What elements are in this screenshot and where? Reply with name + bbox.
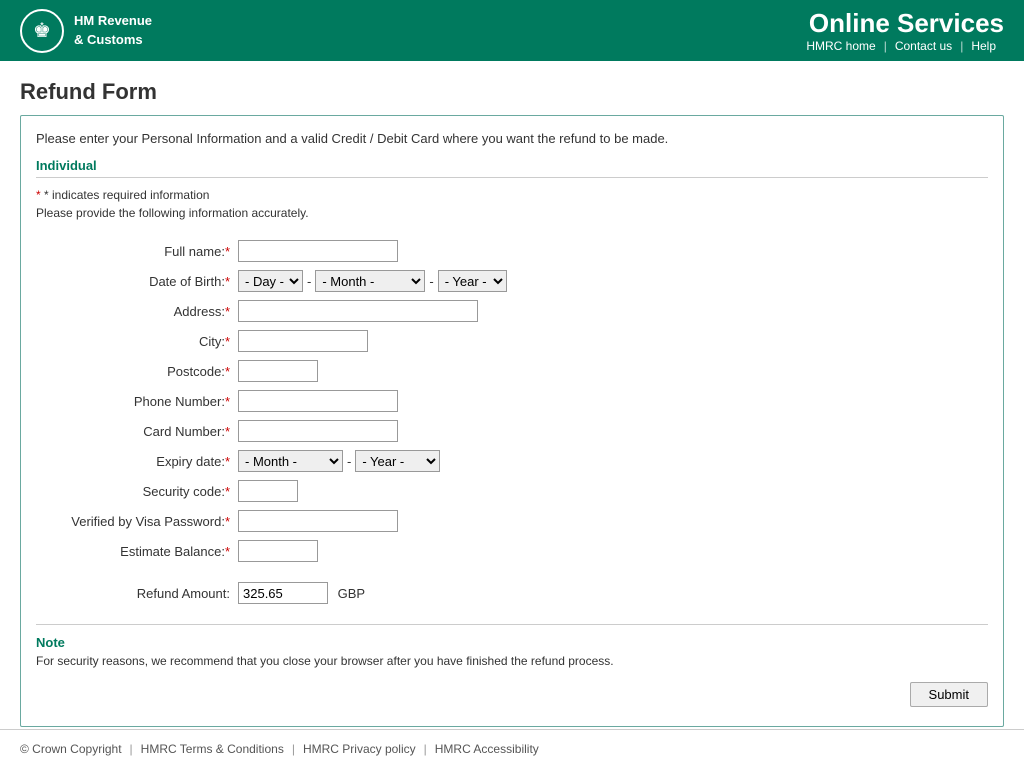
dob-field-cell: - Day - 1234 5678 9101112 13141516 17181… (236, 266, 988, 296)
phone-label: Phone Number:* (36, 386, 236, 416)
fullname-label: Full name:* (36, 236, 236, 266)
logo-icon: ♚ (20, 9, 64, 53)
city-field-cell (236, 326, 988, 356)
expiry-year-select[interactable]: - Year - 202420252026 202720282029 2030 (355, 450, 440, 472)
nav-home[interactable]: HMRC home (798, 39, 883, 53)
expiry-month-select[interactable]: - Month - 010203 040506 070809 101112 (238, 450, 343, 472)
page-content: Refund Form Please enter your Personal I… (0, 61, 1024, 729)
provide-note: Please provide the following information… (36, 206, 988, 220)
dob-label: Date of Birth:* (36, 266, 236, 296)
nav-help[interactable]: Help (963, 39, 1004, 53)
submit-button[interactable]: Submit (910, 682, 988, 707)
address-field-cell (236, 296, 988, 326)
postcode-row: Postcode:* (36, 356, 988, 386)
nav-contact[interactable]: Contact us (887, 39, 960, 53)
submit-row: Submit (36, 682, 988, 711)
card-label: Card Number:* (36, 416, 236, 446)
fullname-row: Full name:* (36, 236, 988, 266)
fullname-field-cell (236, 236, 988, 266)
security-row: Security code:* (36, 476, 988, 506)
security-input[interactable] (238, 480, 298, 502)
page-title: Refund Form (0, 61, 1024, 115)
phone-row: Phone Number:* (36, 386, 988, 416)
postcode-label: Postcode:* (36, 356, 236, 386)
visa-row: Verified by Visa Password:* (36, 506, 988, 536)
visa-field-cell (236, 506, 988, 536)
footer-accessibility[interactable]: HMRC Accessibility (435, 742, 539, 756)
balance-field-cell (236, 536, 988, 566)
refund-amount-field-cell: GBP (236, 566, 988, 608)
city-label: City:* (36, 326, 236, 356)
card-field-cell (236, 416, 988, 446)
header-right: Online Services HMRC home | Contact us |… (798, 8, 1004, 53)
form-container: Please enter your Personal Information a… (20, 115, 1004, 727)
card-input[interactable] (238, 420, 398, 442)
dob-section: - Day - 1234 5678 9101112 13141516 17181… (238, 270, 986, 292)
postcode-input[interactable] (238, 360, 318, 382)
refund-currency: GBP (338, 586, 365, 601)
intro-text: Please enter your Personal Information a… (36, 131, 988, 146)
footer-privacy[interactable]: HMRC Privacy policy (303, 742, 416, 756)
note-text: For security reasons, we recommend that … (36, 654, 988, 668)
logo-area: ♚ HM Revenue & Customs (20, 9, 152, 53)
phone-field-cell (236, 386, 988, 416)
security-label: Security code:* (36, 476, 236, 506)
balance-label: Estimate Balance:* (36, 536, 236, 566)
expiry-label: Expiry date:* (36, 446, 236, 476)
form-table: Full name:* Date of Birth:* - Day - (36, 236, 988, 608)
site-title: Online Services (798, 8, 1004, 39)
header-nav: HMRC home | Contact us | Help (798, 39, 1004, 53)
expiry-row: Expiry date:* - Month - 010203 040506 07… (36, 446, 988, 476)
note-section: Note For security reasons, we recommend … (36, 624, 988, 668)
footer-terms[interactable]: HMRC Terms & Conditions (141, 742, 284, 756)
refund-amount-label: Refund Amount: (36, 566, 236, 608)
phone-input[interactable] (238, 390, 398, 412)
fullname-input[interactable] (238, 240, 398, 262)
dob-day-select[interactable]: - Day - 1234 5678 9101112 13141516 17181… (238, 270, 303, 292)
visa-input[interactable] (238, 510, 398, 532)
balance-input[interactable] (238, 540, 318, 562)
security-field-cell (236, 476, 988, 506)
page-footer: © Crown Copyright | HMRC Terms & Conditi… (0, 729, 1024, 768)
address-input[interactable] (238, 300, 478, 322)
refund-amount-input[interactable] (238, 582, 328, 604)
logo-text: HM Revenue & Customs (74, 12, 152, 48)
postcode-field-cell (236, 356, 988, 386)
expiry-field-cell: - Month - 010203 040506 070809 101112 - … (236, 446, 988, 476)
dob-year-select[interactable]: - Year - 194019501960 197019751980 19851… (438, 270, 507, 292)
refund-amount-row: Refund Amount: GBP (36, 566, 988, 608)
dob-row: Date of Birth:* - Day - 1234 5678 910111… (36, 266, 988, 296)
note-title: Note (36, 635, 988, 650)
visa-label: Verified by Visa Password:* (36, 506, 236, 536)
footer-copyright: © Crown Copyright (20, 742, 122, 756)
expiry-section: - Month - 010203 040506 070809 101112 - … (238, 450, 986, 472)
address-row: Address:* (36, 296, 988, 326)
address-label: Address:* (36, 296, 236, 326)
section-header: Individual (36, 158, 988, 178)
dob-month-select[interactable]: - Month - JanuaryFebruaryMarch AprilMayJ… (315, 270, 425, 292)
balance-row: Estimate Balance:* (36, 536, 988, 566)
page-header: ♚ HM Revenue & Customs Online Services H… (0, 0, 1024, 61)
required-note: * * indicates required information (36, 188, 988, 202)
card-row: Card Number:* (36, 416, 988, 446)
city-row: City:* (36, 326, 988, 356)
city-input[interactable] (238, 330, 368, 352)
